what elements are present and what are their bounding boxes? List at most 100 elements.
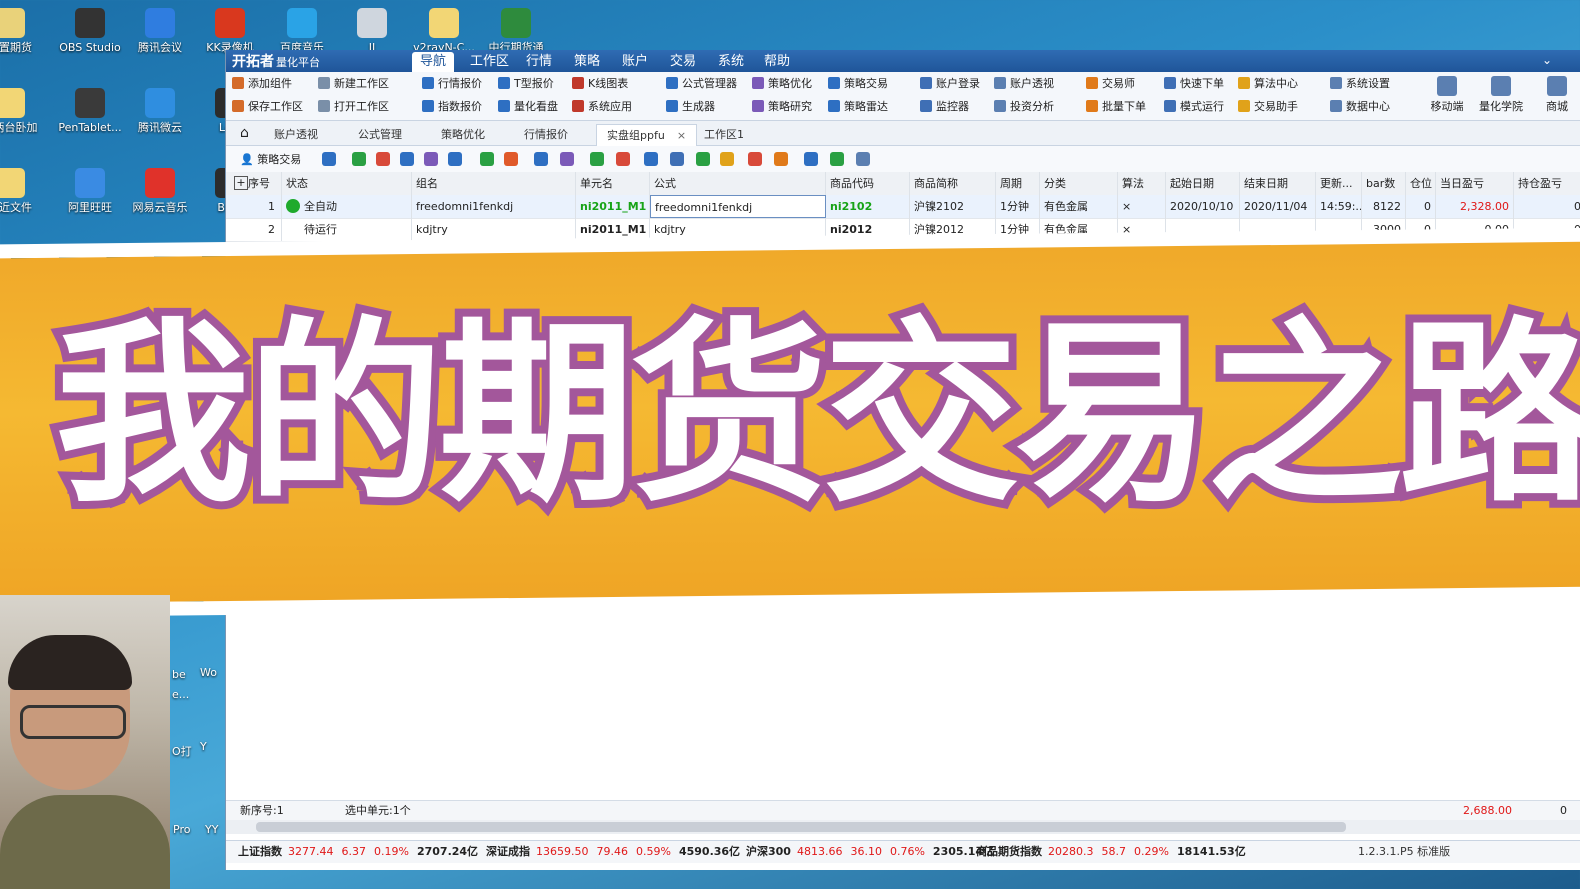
ribbon-big-button[interactable]: 量化学院 bbox=[1476, 76, 1526, 114]
ribbon-button[interactable]: 投资分析 bbox=[994, 97, 1054, 117]
menu-4[interactable]: 账户 bbox=[614, 52, 656, 72]
ribbon-big-button[interactable]: 移动端 bbox=[1422, 76, 1472, 114]
desktop-icon[interactable]: 腾讯会议 bbox=[128, 6, 192, 54]
desktop-icon[interactable]: KK录像机 bbox=[198, 6, 262, 54]
ribbon-button[interactable]: 保存工作区 bbox=[232, 97, 303, 117]
table-cell[interactable]: ni2011_M1 bbox=[576, 218, 650, 241]
table-cell[interactable]: 有色金属 bbox=[1040, 195, 1118, 218]
table-cell[interactable]: 0 bbox=[1406, 218, 1436, 241]
workspace-tab[interactable]: 公式管理 bbox=[348, 124, 412, 145]
ribbon-button[interactable]: 快速下单 bbox=[1164, 74, 1224, 94]
toolbar-icon[interactable] bbox=[804, 152, 818, 166]
menu-0[interactable]: 导航 bbox=[412, 52, 455, 72]
table-cell[interactable]: 2020/10/10 bbox=[1166, 195, 1240, 218]
ribbon-button[interactable]: T型报价 bbox=[498, 74, 554, 94]
ribbon-button[interactable]: 打开工作区 bbox=[318, 97, 389, 117]
workspace-tab[interactable]: 行情报价 bbox=[514, 124, 578, 145]
desktop-icon[interactable]: 百度音乐 bbox=[270, 6, 334, 54]
toolbar-icon[interactable] bbox=[644, 152, 658, 166]
ribbon-button[interactable]: 策略研究 bbox=[752, 97, 812, 117]
workspace-tab[interactable]: 账户透视 bbox=[264, 124, 328, 145]
table-cell[interactable]: ni2012 bbox=[826, 218, 910, 241]
table-cell[interactable]: 待运行 bbox=[282, 218, 412, 241]
desktop-icon[interactable]: 阿里旺旺 bbox=[58, 166, 122, 214]
ribbon-button[interactable]: 策略雷达 bbox=[828, 97, 888, 117]
table-cell[interactable]: 1 bbox=[226, 195, 282, 218]
toolbar-icon[interactable] bbox=[448, 152, 462, 166]
toolbar-icon[interactable] bbox=[830, 152, 844, 166]
table-cell[interactable]: 沪镍2102 bbox=[910, 195, 996, 218]
desktop-icon[interactable]: OBS Studio bbox=[58, 6, 122, 54]
menu-5[interactable]: 交易 bbox=[662, 52, 704, 72]
desktop-icon[interactable]: PenTablet... bbox=[58, 86, 122, 134]
table-cell[interactable]: 3000 bbox=[1362, 218, 1406, 241]
table-cell[interactable]: kdjtry bbox=[650, 218, 826, 241]
ribbon-button[interactable]: 交易师 bbox=[1086, 74, 1135, 94]
table-cell[interactable]: 2,328.00 bbox=[1436, 195, 1514, 218]
home-icon[interactable]: ⌂ bbox=[240, 125, 249, 141]
ribbon-button[interactable]: 系统应用 bbox=[572, 97, 632, 117]
menu-3[interactable]: 策略 bbox=[566, 52, 608, 72]
table-cell[interactable]: 14:59:... bbox=[1316, 195, 1362, 218]
toolbar-icon[interactable] bbox=[480, 152, 494, 166]
table-cell[interactable]: 8122 bbox=[1362, 195, 1406, 218]
ribbon-button[interactable]: 模式运行 bbox=[1164, 97, 1224, 117]
toolbar-icon[interactable] bbox=[424, 152, 438, 166]
toolbar-icon[interactable] bbox=[856, 152, 870, 166]
ticker-item[interactable]: 沪深300 4813.66 36.10 0.76% 2305.14亿 bbox=[746, 841, 994, 863]
desktop-icon[interactable]: 最近文件 bbox=[0, 166, 42, 214]
table-cell[interactable]: 有色金属 bbox=[1040, 218, 1118, 241]
ribbon-big-button[interactable]: 商城 bbox=[1532, 76, 1580, 114]
table-cell[interactable]: kdjtry bbox=[412, 218, 576, 241]
ribbon-button[interactable]: 系统设置 bbox=[1330, 74, 1390, 94]
ticker-item[interactable]: 商品期货指数 20280.3 58.7 0.29% 18141.53亿 bbox=[976, 841, 1246, 863]
ribbon-button[interactable]: 行情报价 bbox=[422, 74, 482, 94]
workspace-tab[interactable]: 工作区1 bbox=[694, 124, 754, 145]
ribbon-button[interactable]: 账户登录 bbox=[920, 74, 980, 94]
menu-1[interactable]: 工作区 bbox=[462, 52, 517, 72]
table-cell[interactable]: 2020/11/04 bbox=[1240, 195, 1316, 218]
table-row[interactable]: 1 全自动 freedomni1fenkdj ni2011_M1 freedomni1f… bbox=[226, 195, 1580, 219]
desktop-icon[interactable]: 设置期货 bbox=[0, 6, 42, 54]
ticker-item[interactable]: 深证成指 13659.50 79.46 0.59% 4590.36亿 bbox=[486, 841, 740, 863]
table-cell[interactable]: 1分钟 bbox=[996, 218, 1040, 241]
expand-icon[interactable]: + bbox=[234, 176, 248, 190]
ribbon-button[interactable]: 监控器 bbox=[920, 97, 969, 117]
ribbon-button[interactable]: 批量下单 bbox=[1086, 97, 1146, 117]
table-cell[interactable] bbox=[1316, 218, 1362, 241]
table-cell[interactable]: freedomni1fenkdj bbox=[412, 195, 576, 218]
toolbar-icon[interactable] bbox=[400, 152, 414, 166]
table-cell[interactable]: freedomni1fenkdj bbox=[650, 195, 826, 218]
ribbon-button[interactable]: 算法中心 bbox=[1238, 74, 1298, 94]
toolbar-icon[interactable] bbox=[560, 152, 574, 166]
ribbon-button[interactable]: 交易助手 bbox=[1238, 97, 1298, 117]
ribbon-button[interactable]: 策略交易 bbox=[828, 74, 888, 94]
ribbon-button[interactable]: 指数报价 bbox=[422, 97, 482, 117]
desktop-icon[interactable]: II bbox=[340, 6, 404, 54]
ribbon-button[interactable]: 公式管理器 bbox=[666, 74, 737, 94]
ribbon-button[interactable]: 生成器 bbox=[666, 97, 715, 117]
ribbon-button[interactable]: 策略优化 bbox=[752, 74, 812, 94]
table-cell[interactable]: 0 bbox=[1514, 218, 1580, 241]
ribbon-button[interactable]: 量化看盘 bbox=[498, 97, 558, 117]
toolbar-icon[interactable] bbox=[504, 152, 518, 166]
toolbar-icon[interactable] bbox=[774, 152, 788, 166]
ribbon-button[interactable]: 账户透视 bbox=[994, 74, 1054, 94]
table-cell[interactable]: × bbox=[1118, 218, 1166, 241]
workspace-tab[interactable]: 策略优化 bbox=[431, 124, 495, 145]
ribbon-button[interactable]: 数据中心 bbox=[1330, 97, 1390, 117]
table-cell[interactable]: 0 bbox=[1514, 195, 1580, 218]
workspace-tab[interactable]: 实盘组ppfu × bbox=[596, 124, 698, 146]
menu-7[interactable]: 帮助 bbox=[756, 52, 798, 72]
table-cell[interactable]: 0.00 bbox=[1436, 218, 1514, 241]
menu-6[interactable]: 系统 bbox=[710, 52, 752, 72]
close-icon[interactable]: × bbox=[677, 129, 686, 142]
toolbar-icon[interactable] bbox=[670, 152, 684, 166]
table-cell[interactable] bbox=[1240, 218, 1316, 241]
toolbar-icon[interactable] bbox=[616, 152, 630, 166]
table-cell[interactable]: ni2102 bbox=[826, 195, 910, 218]
toolbar-icon[interactable] bbox=[590, 152, 604, 166]
desktop-icon[interactable]: 诗两台卧加 bbox=[0, 86, 42, 134]
toolbar-icon[interactable] bbox=[376, 152, 390, 166]
table-cell[interactable]: × bbox=[1118, 195, 1166, 218]
